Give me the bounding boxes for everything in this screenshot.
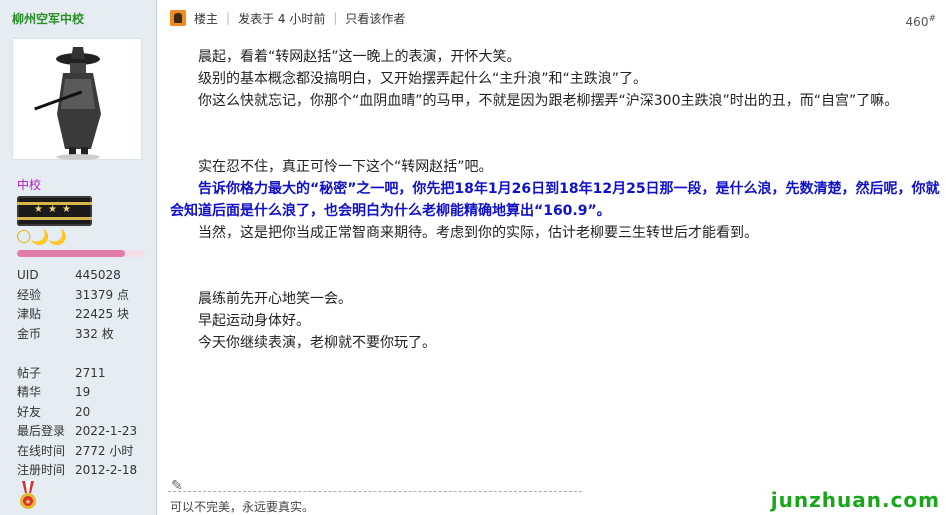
signature: 可以不完美，永远要真实。 bbox=[170, 500, 315, 514]
post-line: 当然，这是把你当成正常智商来期待。考虑到你的实际，估计老柳要三生转世后才能看到。 bbox=[198, 225, 758, 241]
stat-row: 帖子 2711 bbox=[17, 364, 137, 384]
stat-row: 在线时间 2772 小时 bbox=[17, 442, 137, 462]
stat-label: 在线时间 bbox=[17, 443, 66, 458]
level-moon-icons: 🌕🌙🌙 bbox=[16, 228, 67, 246]
stat-label: 好友 bbox=[17, 404, 42, 419]
stat-label: 金币 bbox=[17, 326, 42, 341]
user-sidebar: 柳州空军中校 中校 ★ ★ ★ 🌕🌙🌙 UID 445028 经验 31379 点津贴… bbox=[0, 0, 157, 515]
stat-value: 332 枚 bbox=[75, 326, 114, 341]
separator: | bbox=[226, 11, 231, 25]
svg-text:★: ★ bbox=[25, 498, 31, 506]
post-header: 楼主 | 发表于 4 小时前 | 只看该作者 bbox=[170, 8, 935, 28]
stat-row: 金币 332 枚 bbox=[17, 325, 137, 345]
site-watermark: junzhuan.com bbox=[770, 488, 940, 512]
floor-number-value: 460 bbox=[905, 15, 929, 29]
stat-value: 31379 点 bbox=[75, 287, 129, 302]
stat-row: 注册时间 2012-2-18 bbox=[17, 461, 137, 481]
stat-label: 注册时间 bbox=[17, 463, 66, 477]
post-line: 晨起，看着“转网赵括”这一晚上的表演，开怀大笑。 bbox=[198, 49, 521, 65]
stat-value: 2012-2-18 bbox=[75, 463, 138, 477]
only-author-link[interactable]: 只看该作者 bbox=[345, 10, 405, 27]
post-line: 晨练前先开心地笑一会。 bbox=[198, 291, 352, 307]
stat-row: 津贴 22425 块 bbox=[17, 305, 137, 325]
post-line: 级别的基本概念都没搞明白，又开始摆弄起什么“主升浪”和“主跌浪”了。 bbox=[198, 71, 648, 87]
post-line: 今天你继续表演，老柳就不要你玩了。 bbox=[198, 335, 436, 351]
stat-row: 经验 31379 点 bbox=[17, 286, 137, 306]
level-progress-bar bbox=[17, 250, 145, 257]
floor-sign: # bbox=[928, 14, 936, 24]
stat-row: UID 445028 bbox=[17, 266, 137, 286]
stat-value: 2711 bbox=[75, 365, 106, 380]
username-link[interactable]: 柳州空军中校 bbox=[12, 10, 84, 27]
stat-label: UID bbox=[17, 268, 39, 282]
stat-label: 帖子 bbox=[17, 365, 42, 380]
rank-title[interactable]: 中校 bbox=[17, 176, 41, 193]
signature-divider bbox=[168, 491, 582, 492]
stat-value: 2772 小时 bbox=[75, 443, 134, 458]
stat-label: 经验 bbox=[17, 287, 42, 302]
post-line: 早起运动身体好。 bbox=[198, 313, 310, 329]
post-line: 实在忍不住，真正可怜一下这个“转网赵括”吧。 bbox=[198, 159, 493, 175]
post-line: 你这么快就忘记，你那个“血阴血晴”的马甲，不就是因为跟老柳摆弄“沪深300主跌浪… bbox=[198, 93, 899, 109]
stat-row: 好友 20 bbox=[17, 403, 137, 423]
stat-value: 19 bbox=[75, 385, 91, 399]
stat-value: 22425 块 bbox=[75, 307, 129, 321]
rank-badge-icon: ★ ★ ★ bbox=[17, 196, 92, 226]
avatar[interactable] bbox=[12, 38, 142, 160]
post-content: 晨起，看着“转网赵括”这一晚上的表演，开怀大笑。 级别的基本概念都没搞明白，又开… bbox=[170, 46, 940, 354]
stat-label: 最后登录 bbox=[17, 424, 66, 438]
stat-value: 2022-1-23 bbox=[75, 424, 138, 438]
medal-icon[interactable]: ★ bbox=[18, 481, 38, 515]
stat-row: 精华 19 bbox=[17, 383, 137, 403]
floor-number[interactable]: 460# bbox=[906, 14, 936, 29]
stat-label: 精华 bbox=[17, 385, 42, 399]
separator: | bbox=[333, 11, 338, 25]
stat-row: 最后登录 2022-1-23 bbox=[17, 422, 137, 442]
author-avatar-icon bbox=[170, 10, 186, 26]
post-time: 发表于 4 小时前 bbox=[238, 11, 326, 26]
stat-value: 20 bbox=[75, 404, 91, 419]
post-highlight: 告诉你格力最大的“秘密”之一吧，你先把18年1月26日到18年12月25日那一段… bbox=[170, 181, 940, 219]
stat-label: 津贴 bbox=[17, 307, 42, 321]
author-tag: 楼主 bbox=[194, 11, 219, 26]
stat-value: 445028 bbox=[75, 268, 121, 282]
user-stats: UID 445028 经验 31379 点津贴 22425 块金币 332 枚帖子 2711… bbox=[17, 266, 137, 481]
